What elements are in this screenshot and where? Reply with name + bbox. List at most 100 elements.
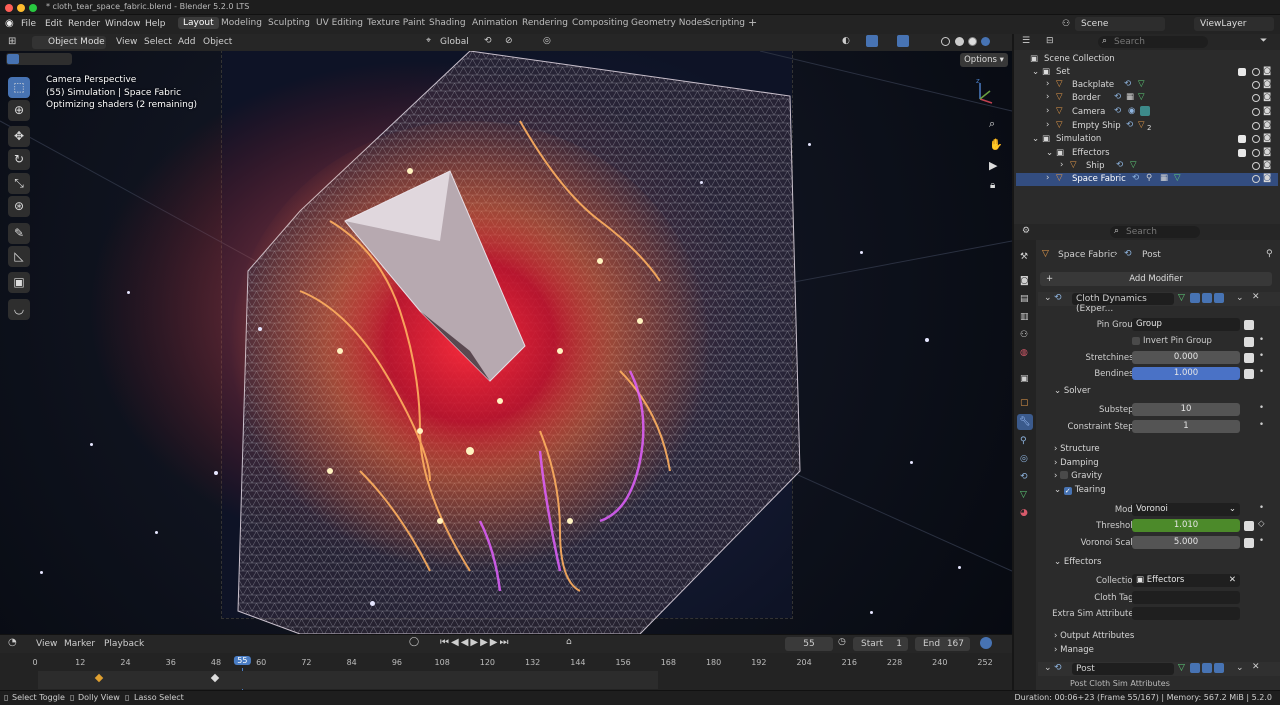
- eye-icon[interactable]: [1252, 94, 1260, 102]
- tab-scripting[interactable]: Scripting: [705, 18, 745, 28]
- add-modifier-button[interactable]: + Add Modifier: [1040, 272, 1272, 286]
- render-toggle-icon[interactable]: [1214, 293, 1224, 303]
- material-tab-icon[interactable]: ◕: [1020, 508, 1028, 518]
- visibility-icon[interactable]: ◐: [842, 36, 850, 46]
- current-frame-indicator[interactable]: 55: [234, 656, 251, 665]
- overlay-toggle-icon[interactable]: [897, 35, 909, 47]
- particles-tab-icon[interactable]: ⚲: [1020, 436, 1027, 446]
- cursor-tool[interactable]: ⊕: [8, 100, 30, 121]
- gravity-panel-header[interactable]: › Gravity: [1054, 471, 1102, 481]
- expand-arrow-icon[interactable]: ⌄: [1032, 67, 1039, 77]
- input-socket-toggle-icon[interactable]: [1244, 353, 1254, 363]
- measure-tool[interactable]: ◺: [8, 246, 30, 267]
- editor-type-icon[interactable]: ⊞: [8, 36, 16, 47]
- collapse-arrow-icon[interactable]: ⌄: [1044, 663, 1052, 673]
- outliner-item-empty-ship[interactable]: › ▽ Empty Ship ⟲ ▽ 2 ◙: [1016, 120, 1278, 133]
- render-icon[interactable]: ◙: [1263, 147, 1271, 157]
- eye-icon[interactable]: [1252, 122, 1260, 130]
- outliner-search-input[interactable]: ⌕ Search: [1098, 36, 1208, 48]
- eye-icon[interactable]: [1252, 81, 1260, 89]
- select-new-icon[interactable]: [7, 54, 19, 64]
- realtime-icon[interactable]: [1202, 663, 1212, 673]
- properties-editor-icon[interactable]: ⚙: [1022, 226, 1030, 236]
- wireframe-shading-icon[interactable]: [941, 37, 950, 46]
- expand-arrow-icon[interactable]: ›: [1046, 120, 1049, 130]
- tab-uv-editing[interactable]: UV Editing: [316, 18, 363, 28]
- eye-icon[interactable]: [1252, 108, 1260, 116]
- eye-icon[interactable]: [1252, 135, 1260, 143]
- properties-search-input[interactable]: ⌕ Search: [1110, 226, 1200, 238]
- output-attributes-panel-header[interactable]: › Output Attributes: [1054, 631, 1134, 641]
- tab-geometry-nodes[interactable]: Geometry Nodes: [631, 18, 707, 28]
- outliner-item-camera[interactable]: › ▽ Camera ⟲ ◉ ◙: [1016, 106, 1278, 119]
- outliner-item-backplate[interactable]: › ▽ Backplate ⟲ ▽ ◙: [1016, 79, 1278, 92]
- expand-arrow-icon[interactable]: ⌄: [1046, 148, 1053, 158]
- pin-group-field[interactable]: Group: [1132, 318, 1240, 331]
- post-name-field[interactable]: Post: [1072, 663, 1174, 675]
- extra-attr-field[interactable]: [1132, 607, 1240, 620]
- data-tab-icon[interactable]: ▽: [1020, 490, 1027, 500]
- eye-icon[interactable]: [1252, 162, 1260, 170]
- object-tab-icon[interactable]: ▢: [1020, 398, 1029, 408]
- viewport-menu-object[interactable]: Object: [203, 37, 232, 47]
- on-cage-icon[interactable]: [1190, 293, 1200, 303]
- physics-tab-icon[interactable]: ◎: [1020, 454, 1028, 464]
- edit-mode-icon[interactable]: ▽: [1178, 663, 1185, 673]
- tab-layout[interactable]: Layout: [178, 17, 219, 29]
- expand-arrow-icon[interactable]: ⌄: [1032, 134, 1039, 144]
- proportional-edit-icon[interactable]: ◎: [543, 36, 551, 46]
- close-window-button[interactable]: [5, 4, 13, 12]
- damping-panel-header[interactable]: › Damping: [1054, 458, 1099, 468]
- bendiness-field[interactable]: 1.000: [1132, 367, 1240, 380]
- material-shading-icon[interactable]: [968, 37, 977, 46]
- effectors-panel-header[interactable]: ⌄ Effectors: [1054, 557, 1101, 567]
- constraint-steps-field[interactable]: 1: [1132, 420, 1240, 433]
- realtime-icon[interactable]: [1202, 293, 1212, 303]
- render-icon[interactable]: ◙: [1263, 79, 1271, 89]
- modifier-header[interactable]: ⌄ ⟲ Cloth Dynamics (Exper... ▽ ⌄ ✕: [1038, 292, 1280, 314]
- collapse-arrow-icon[interactable]: ⌄: [1044, 293, 1052, 303]
- eye-icon[interactable]: [1252, 149, 1260, 157]
- annotate-tool[interactable]: ✎: [8, 223, 30, 244]
- keyframe-dot-icon[interactable]: •: [1259, 367, 1264, 377]
- menu-file[interactable]: File: [21, 19, 36, 29]
- tab-compositing[interactable]: Compositing: [572, 18, 628, 28]
- solid-shading-icon[interactable]: [955, 37, 964, 46]
- rotate-tool[interactable]: ↻: [8, 149, 30, 170]
- viewport-menu-add[interactable]: Add: [178, 37, 195, 47]
- exclude-checkbox[interactable]: [1238, 68, 1246, 76]
- render-tab-icon[interactable]: ◙: [1020, 276, 1029, 286]
- keyframe-dot-icon[interactable]: •: [1259, 351, 1264, 361]
- viewport-menu-view[interactable]: View: [116, 37, 137, 47]
- substeps-field[interactable]: 10: [1132, 403, 1240, 416]
- orientation-selector[interactable]: Global: [440, 37, 469, 47]
- input-socket-toggle-icon[interactable]: [1244, 320, 1254, 330]
- render-icon[interactable]: ◙: [1263, 106, 1271, 116]
- eye-icon[interactable]: [1252, 68, 1260, 76]
- render-icon[interactable]: ◙: [1263, 92, 1271, 102]
- add-workspace-button[interactable]: +: [748, 16, 757, 29]
- post-modifier-header[interactable]: ⌄ ⟲ Post ▽ ⌄ ✕: [1038, 662, 1280, 676]
- input-socket-toggle-icon[interactable]: [1244, 337, 1254, 347]
- world-tab-icon[interactable]: ◍: [1020, 348, 1028, 358]
- zoom-window-button[interactable]: [29, 4, 37, 12]
- on-cage-icon[interactable]: [1190, 663, 1200, 673]
- dropdown-icon[interactable]: ⌄: [1236, 663, 1244, 673]
- options-button[interactable]: Options ▾: [960, 53, 1008, 67]
- keyframe-dot-icon[interactable]: •: [1259, 403, 1264, 413]
- tab-texture-paint[interactable]: Texture Paint: [367, 18, 425, 28]
- tab-animation[interactable]: Animation: [472, 18, 518, 28]
- select-box-tool[interactable]: ⬚: [8, 77, 30, 98]
- keyframe-track[interactable]: [38, 671, 658, 689]
- outliner-editor-icon[interactable]: ☰: [1022, 36, 1030, 46]
- keyframe-dot-icon[interactable]: •: [1259, 503, 1264, 513]
- tab-rendering[interactable]: Rendering: [522, 18, 568, 28]
- scene-tab-icon[interactable]: ⚇: [1020, 330, 1028, 340]
- menu-help[interactable]: Help: [145, 19, 166, 29]
- keyframe-marker[interactable]: [94, 673, 104, 683]
- output-tab-icon[interactable]: ▤: [1020, 294, 1029, 304]
- outliner-item-effectors[interactable]: ⌄ ▣ Effectors ◙: [1016, 147, 1278, 160]
- clear-icon[interactable]: ✕: [1229, 574, 1236, 587]
- outliner-root[interactable]: ▣ Scene Collection: [1016, 53, 1278, 66]
- outliner-item-set[interactable]: ⌄ ▣ Set ◙: [1016, 66, 1278, 79]
